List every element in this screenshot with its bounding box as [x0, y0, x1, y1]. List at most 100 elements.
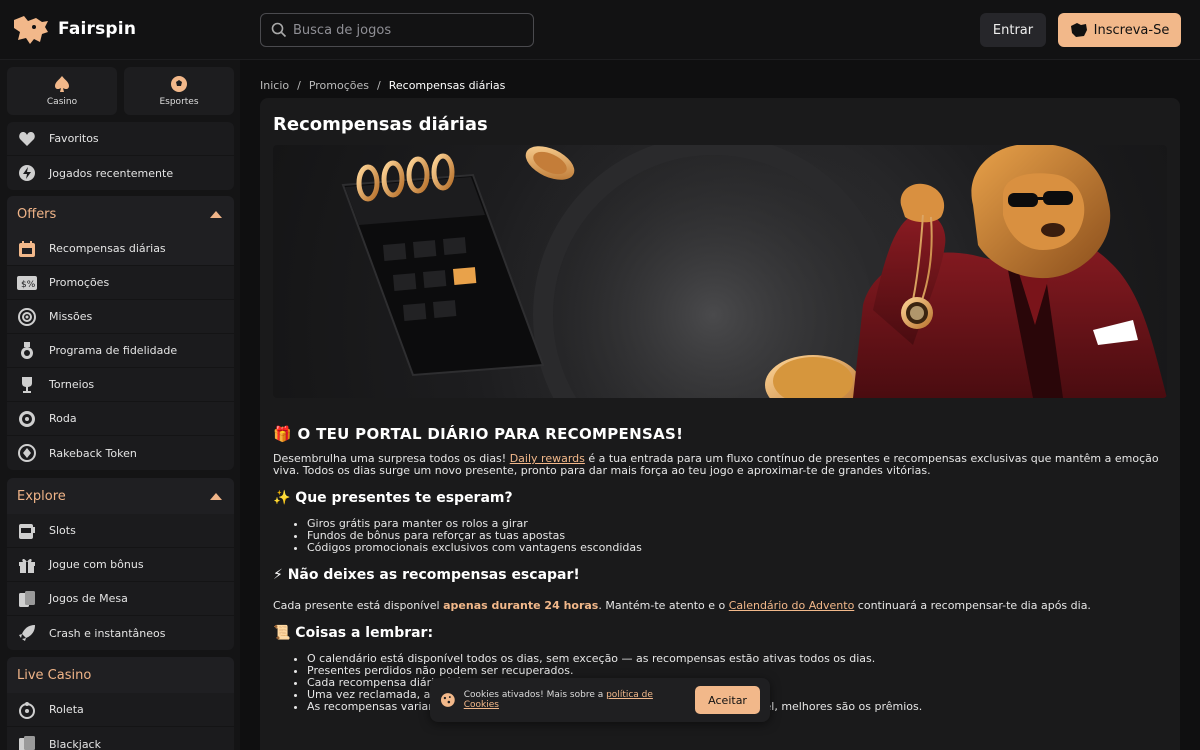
tab-sports-label: Esportes [159, 97, 199, 107]
quick-links: Favoritos Jogados recentemente [7, 122, 234, 190]
sidebar-item-label: Programa de fidelidade [49, 344, 178, 357]
availability-text-a: Cada presente está disponível [273, 599, 444, 612]
advent-calendar-link[interactable]: Calendário do Advento [729, 599, 855, 612]
sidebar-item-label: Jogue com bônus [49, 558, 144, 571]
brand-logo[interactable]: Fairspin [12, 12, 136, 46]
gift-icon [17, 555, 37, 575]
sidebar-item-promocoes[interactable]: $% Promoções [7, 266, 234, 300]
hero-illustration [341, 145, 1167, 398]
sidebar-item-missoes[interactable]: Missões [7, 300, 234, 334]
tab-sports[interactable]: Esportes [124, 67, 234, 115]
signup-button[interactable]: Inscreva-Se [1058, 13, 1181, 47]
sidebar-item-label: Promoções [49, 276, 110, 289]
sidebar-item-torneios[interactable]: Torneios [7, 368, 234, 402]
sidebar-item-mesa[interactable]: Jogos de Mesa [7, 582, 234, 616]
sidebar-item-label: Recompensas diárias [49, 242, 166, 255]
soccer-ball-icon [171, 76, 187, 92]
breadcrumb-promos[interactable]: Promoções [309, 79, 369, 92]
sidebar-item-label: Roleta [49, 703, 84, 716]
spade-icon [55, 76, 69, 92]
sidebar-item-label: Favoritos [49, 132, 99, 145]
medal-icon [17, 341, 37, 361]
live-casino-section: Live Casino Roleta Blackjack [7, 657, 234, 750]
sidebar-item-label: Crash e instantâneos [49, 626, 166, 640]
sidebar-item-roda[interactable]: Roda [7, 402, 234, 436]
availability-paragraph: Cada presente está disponível apenas dur… [273, 600, 1167, 612]
hero-banner [273, 145, 1167, 398]
sidebar-item-label: Roda [49, 412, 77, 425]
lion-logo-icon [14, 16, 48, 44]
sidebar-item-roleta[interactable]: Roleta [7, 693, 234, 727]
login-button[interactable]: Entrar [980, 13, 1046, 47]
target-icon [17, 307, 37, 327]
availability-highlight: apenas durante 24 horas [443, 599, 599, 612]
heading-portal: 🎁 O TEU PORTAL DIÁRIO PARA RECOMPENSAS! [273, 425, 684, 443]
lion-badge-icon [1070, 23, 1087, 37]
list-item: Códigos promocionais exclusivos com vant… [307, 542, 1167, 554]
blackjack-icon [17, 734, 37, 750]
sidebar-item-favoritos[interactable]: Favoritos [7, 122, 234, 156]
signup-label: Inscreva-Se [1093, 22, 1170, 38]
lion-illustration [853, 145, 1167, 398]
sidebar-item-recompensas[interactable]: Recompensas diárias [7, 232, 234, 266]
explore-header[interactable]: Explore [7, 478, 234, 514]
promo-ticket-icon: $% [17, 273, 37, 293]
sidebar-item-label: Torneios [49, 378, 95, 391]
breadcrumb-separator: / [297, 79, 301, 92]
sidebar-item-crash[interactable]: Crash e instantâneos [7, 616, 234, 650]
cookie-banner: Cookies ativados! Mais sobre a política … [430, 678, 770, 722]
explore-section: Explore Slots Jogue com bônus Jogos de M… [7, 478, 234, 650]
heart-icon [17, 129, 37, 149]
offers-section: Offers Recompensas diárias $% Promoções … [7, 196, 234, 470]
live-casino-header[interactable]: Live Casino [7, 657, 234, 693]
heading-remember: 📜 Coisas a lembrar: [273, 625, 434, 641]
search-icon [271, 22, 287, 38]
sidebar-item-fidelidade[interactable]: Programa de fidelidade [7, 334, 234, 368]
breadcrumb-home[interactable]: Inicio [260, 79, 289, 92]
svg-text:$%: $% [21, 280, 36, 290]
offers-title: Offers [17, 206, 57, 222]
intro-paragraph: Desembrulha uma surpresa todos os dias! … [273, 453, 1167, 477]
availability-text-b: . Mantém-te atento e o [598, 599, 729, 612]
token-icon [17, 443, 37, 463]
search-input[interactable] [293, 22, 523, 38]
sidebar-item-bonus[interactable]: Jogue com bônus [7, 548, 234, 582]
gifts-list: Giros grátis para manter os rolos a gira… [273, 518, 1167, 554]
cookie-text: Cookies ativados! Mais sobre a política … [464, 690, 687, 710]
heading-dont-miss: ⚡ Não deixes as recompensas escapar! [273, 567, 580, 583]
sidebar-item-label: Slots [49, 524, 76, 537]
cookie-message: Cookies ativados! Mais sobre a [463, 690, 607, 700]
roulette-icon [17, 700, 37, 720]
search-box[interactable] [260, 13, 534, 47]
sidebar: Casino Esportes Favoritos Jogados recent… [0, 60, 240, 750]
lightning-icon [17, 163, 37, 183]
content-panel: Recompensas diárias 🎁 O TEU PORTAL DIÁRI… [260, 98, 1180, 750]
offers-header[interactable]: Offers [7, 196, 234, 232]
wheel-icon [17, 409, 37, 429]
sport-tabs: Casino Esportes [7, 67, 234, 115]
chevron-up-icon [210, 210, 222, 218]
sidebar-item-slots[interactable]: Slots [7, 514, 234, 548]
sidebar-item-label: Jogos de Mesa [49, 592, 128, 605]
sidebar-item-label: Missões [49, 310, 93, 323]
sidebar-item-blackjack[interactable]: Blackjack [7, 727, 234, 750]
breadcrumb-current: Recompensas diárias [388, 79, 506, 92]
calendar-gift-icon [17, 239, 37, 259]
sidebar-item-recent[interactable]: Jogados recentemente [7, 156, 234, 190]
explore-title: Explore [17, 488, 66, 504]
article-content: 🎁 O TEU PORTAL DIÁRIO PARA RECOMPENSAS! … [273, 425, 1167, 713]
cards-icon [17, 589, 37, 609]
breadcrumb: Inicio / Promoções / Recompensas diárias [260, 79, 505, 92]
cookie-icon [440, 693, 455, 707]
breadcrumb-separator: / [377, 79, 381, 92]
tab-casino-label: Casino [46, 97, 78, 107]
accept-cookies-button[interactable]: Aceitar [695, 686, 760, 714]
heading-gifts: ✨ Que presentes te esperam? [273, 490, 513, 506]
live-casino-title: Live Casino [17, 667, 92, 683]
sidebar-item-label: Blackjack [49, 737, 101, 750]
sidebar-item-rakeback[interactable]: Rakeback Token [7, 436, 234, 470]
tab-casino[interactable]: Casino [7, 67, 117, 115]
trophy-icon [17, 375, 37, 395]
availability-text-c: continuará a recompensar-te dia após dia… [854, 599, 1091, 612]
top-bar: Fairspin Entrar Inscreva-Se [0, 0, 1200, 60]
